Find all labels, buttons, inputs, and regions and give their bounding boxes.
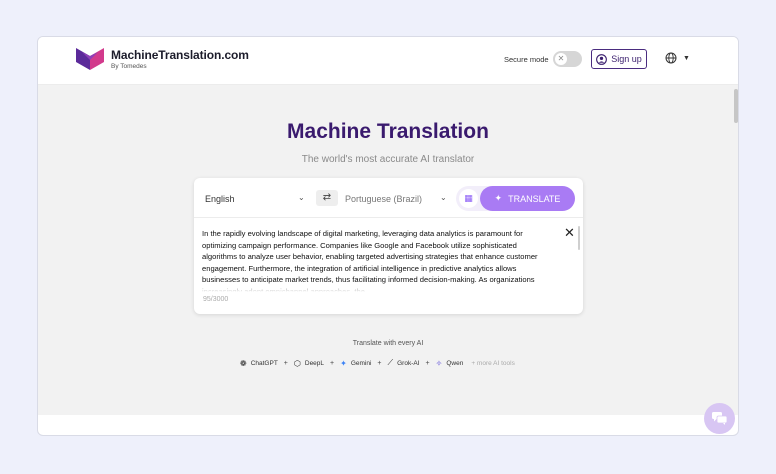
page-title: Machine Translation [287, 120, 489, 143]
close-icon[interactable]: ✕ [564, 226, 575, 239]
plus-separator: + [283, 359, 288, 367]
deepl-icon: ⬡ [293, 358, 301, 368]
main-content: Machine Translation The world's most acc… [38, 85, 738, 415]
language-menu[interactable]: ▼ [665, 52, 690, 64]
site-header: MachineTranslation.com By Tomedes Secure… [38, 37, 738, 85]
more-ai-tools-link[interactable]: + more AI tools [471, 360, 515, 367]
toggle-off-icon: ✕ [555, 53, 567, 65]
brand-title[interactable]: MachineTranslation.com [111, 48, 249, 62]
page-subtitle: The world's most accurate AI translator [301, 154, 475, 165]
ai-tools-label: Translate with every AI [352, 340, 424, 347]
ai-tool-deepl: ⬡ DeepL [294, 359, 324, 368]
secure-mode-label: Secure mode [504, 55, 549, 64]
source-language-select[interactable]: English [205, 194, 235, 204]
ai-tool-label: DeepL [304, 359, 325, 367]
translate-button[interactable]: ✦ TRANSLATE [480, 186, 575, 211]
caret-down-icon: ▼ [683, 54, 690, 62]
brand-subtitle: By Tomedes [111, 63, 147, 70]
grok-icon: ⟋ [387, 358, 394, 367]
plus-separator: + [425, 359, 430, 367]
chat-icon [712, 412, 727, 425]
ai-tool-label: Gemini [350, 359, 372, 367]
text-scrollbar[interactable] [578, 226, 580, 250]
qwen-icon: ✧ [435, 358, 443, 368]
ai-tool-label: Qwen [446, 359, 464, 367]
swap-languages-button[interactable]: ⇄ [316, 190, 338, 206]
openai-icon: ❁ [240, 358, 247, 368]
brand-logo-icon[interactable] [76, 48, 104, 70]
translate-button-label: TRANSLATE [508, 193, 561, 204]
ai-tool-label: ChatGPT [250, 359, 278, 367]
translator-card: English ⌄ ⇄ Portuguese (Brazil) ⌄ ▦ ✦ TR… [194, 178, 583, 314]
chevron-down-icon[interactable]: ⌄ [440, 193, 447, 202]
text-fade [202, 282, 554, 292]
user-circle-icon [596, 53, 608, 65]
ai-tool-chatgpt: ❁ ChatGPT [240, 359, 278, 368]
gemini-icon: ✦ [340, 358, 347, 368]
sign-up-button[interactable]: Sign up [591, 49, 647, 69]
plus-separator: + [377, 359, 382, 367]
sign-up-label: Sign up [611, 54, 642, 64]
language-bar: English ⌄ ⇄ Portuguese (Brazil) ⌄ ▦ ✦ TR… [194, 178, 583, 218]
globe-icon [665, 52, 677, 64]
ai-tool-qwen: ✧ Qwen [436, 359, 464, 368]
sparkle-icon: ✦ [494, 193, 503, 203]
ai-tools-list: ❁ ChatGPT + ⬡ DeepL + ✦ Gemini + ⟋ Grok-… [240, 358, 515, 368]
secure-mode-toggle[interactable]: ✕ [553, 51, 582, 67]
scrollbar-thumb[interactable] [734, 89, 738, 123]
ai-tool-grok: ⟋ Grok-AI [388, 358, 420, 368]
page-scrollbar[interactable] [734, 85, 738, 415]
target-language-select[interactable]: Portuguese (Brazil) [345, 194, 422, 204]
chevron-down-icon[interactable]: ⌄ [298, 193, 305, 202]
ai-tool-gemini: ✦ Gemini [340, 359, 371, 368]
ai-tool-label: Grok-AI [397, 359, 420, 367]
browser-window: MachineTranslation.com By Tomedes Secure… [37, 36, 739, 436]
character-count: 95/3000 [203, 296, 229, 303]
translate-control-group: ▦ ✦ TRANSLATE [456, 186, 575, 211]
chat-widget-button[interactable] [704, 403, 735, 434]
plus-separator: + [330, 359, 335, 367]
translation-mode-icon[interactable]: ▦ [459, 189, 478, 208]
